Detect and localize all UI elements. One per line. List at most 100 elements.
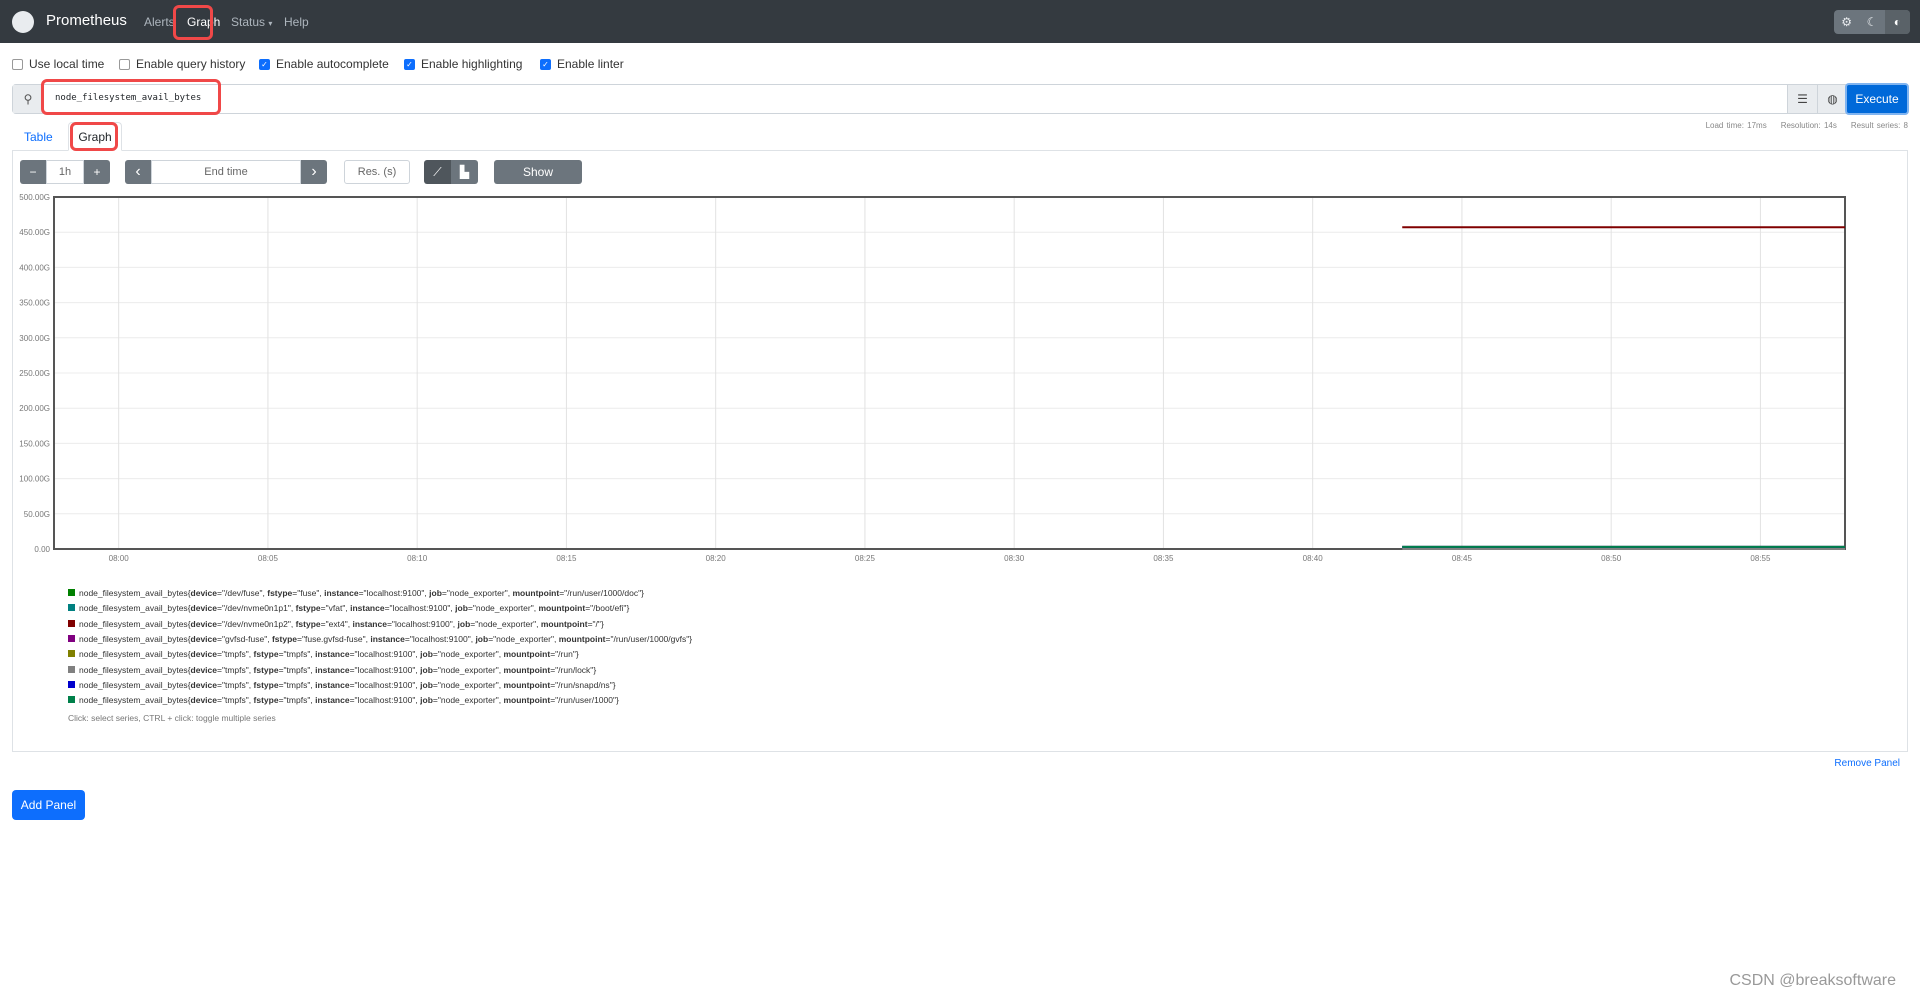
label-key: instance (315, 695, 350, 706)
enable-query-history-checkbox[interactable]: Enable query history (119, 57, 245, 71)
enable-linter-checkbox[interactable]: ✓ Enable linter (540, 57, 624, 71)
watermark: CSDN @breaksoftware (1729, 972, 1896, 989)
label-key: mountpoint (503, 695, 551, 706)
label-value: /run/user/1000/doc (567, 588, 639, 598)
label-value: node_exporter (478, 618, 534, 629)
label-key: fstype (253, 649, 279, 660)
globe-icon[interactable]: ◍ (1817, 85, 1847, 113)
nav-status[interactable]: Status ▾ (231, 15, 272, 29)
remove-panel-link[interactable]: Remove Panel (1834, 758, 1900, 769)
label-value: localhost:9100 (357, 664, 413, 675)
series-color-swatch (68, 634, 75, 642)
checkbox[interactable] (12, 58, 23, 70)
label-key: job (455, 603, 468, 614)
use-local-time-checkbox[interactable]: Use local time (12, 57, 104, 71)
option-label: Enable autocomplete (276, 57, 389, 71)
x-tick-label: 08:40 (1303, 554, 1324, 563)
legend-item[interactable]: node_filesystem_avail_bytes{device="gvfs… (68, 634, 692, 644)
series-color-swatch (68, 589, 75, 596)
option-label: Enable highlighting (421, 57, 523, 71)
label-value: node_exporter (440, 649, 496, 660)
label-key: instance (315, 664, 350, 675)
label-value: /dev/fuse (224, 588, 260, 598)
brand[interactable]: Prometheus (46, 12, 127, 29)
nav-alerts[interactable]: Alerts (144, 15, 175, 29)
label-key: job (475, 633, 489, 644)
enable-highlighting-checkbox[interactable]: ✓ Enable highlighting (404, 57, 522, 71)
graph-chart[interactable]: 0.00 50.00G 100.00G 150.00G 200.00G 250.00G 30… (0, 185, 1920, 575)
checkbox[interactable]: ✓ (404, 58, 415, 70)
series-color-swatch (68, 680, 75, 688)
resolution-input[interactable]: Res. (s) (344, 160, 410, 184)
stacked-chart-icon[interactable]: ▙ (451, 160, 478, 184)
theme-toggle: ⚙ ☾ ◐ (1834, 10, 1910, 34)
label-key: fstype (253, 679, 279, 690)
legend-item[interactable]: node_filesystem_avail_bytes{device="/dev… (68, 588, 644, 598)
label-value: / (595, 618, 598, 629)
prometheus-logo-icon[interactable] (12, 11, 34, 33)
tab-table[interactable]: Table (24, 130, 53, 144)
series-metric: node_filesystem_avail_bytes (79, 633, 188, 644)
label-key: instance (315, 649, 350, 660)
label-key: job (420, 649, 433, 660)
x-tick-label: 08:05 (258, 554, 279, 563)
x-tick-label: 08:20 (706, 554, 727, 563)
label-value: fuse (300, 588, 317, 598)
add-panel-button[interactable]: Add Panel (12, 790, 85, 820)
label-value: node_exporter (440, 664, 496, 675)
y-tick-label: 500.00G (19, 193, 50, 202)
label-key: instance (350, 603, 385, 614)
label-value: localhost:9100 (392, 603, 448, 614)
label-key: fstype (295, 603, 321, 614)
y-tick-label: 50.00G (24, 510, 50, 519)
label-key: device (190, 633, 217, 644)
label-key: fstype (271, 633, 297, 644)
legend-item[interactable]: node_filesystem_avail_bytes{device="tmpf… (68, 649, 579, 659)
label-value: tmpfs (224, 649, 246, 660)
increase-range-button[interactable]: + (84, 160, 110, 184)
contrast-icon[interactable]: ◐ (1884, 10, 1910, 34)
label-value: localhost:9100 (357, 649, 413, 660)
label-key: mountpoint (503, 679, 551, 690)
legend-item[interactable]: node_filesystem_avail_bytes{device="/dev… (68, 619, 604, 629)
x-tick-label: 08:45 (1452, 554, 1473, 563)
checkbox[interactable]: ✓ (540, 58, 551, 70)
legend-item[interactable]: node_filesystem_avail_bytes{device="tmpf… (68, 680, 616, 690)
label-key: device (190, 603, 217, 614)
series-metric: node_filesystem_avail_bytes (79, 679, 188, 690)
label-value: /run/user/1000 (558, 695, 613, 706)
gear-icon[interactable]: ⚙ (1834, 10, 1859, 34)
nav-help[interactable]: Help (284, 15, 309, 29)
y-tick-label: 450.00G (19, 228, 50, 237)
label-value: /run (558, 649, 573, 660)
previous-time-button[interactable]: ‹ (125, 160, 151, 184)
legend-item[interactable]: node_filesystem_avail_bytes{device="tmpf… (68, 665, 596, 675)
line-chart-icon[interactable]: ⟋ (424, 160, 451, 184)
y-tick-label: 100.00G (19, 475, 50, 484)
series-metric: node_filesystem_avail_bytes (79, 603, 188, 614)
caret-down-icon: ▾ (268, 19, 273, 28)
x-tick-label: 08:15 (556, 554, 577, 563)
label-value: /boot/efi (593, 603, 624, 614)
checkbox[interactable]: ✓ (259, 58, 270, 70)
decrease-range-button[interactable]: − (20, 160, 46, 184)
label-value: node_exporter (449, 588, 505, 598)
range-input[interactable]: 1h (46, 160, 84, 184)
enable-autocomplete-checkbox[interactable]: ✓ Enable autocomplete (259, 57, 389, 71)
label-key: device (190, 664, 217, 675)
show-exemplars-button[interactable]: Show Exemplars (494, 160, 582, 203)
metrics-explorer-icon[interactable]: ☰ (1787, 85, 1817, 113)
label-value: /dev/nvme0n1p2 (224, 618, 288, 629)
y-tick-label: 0.00 (34, 545, 50, 554)
legend-item[interactable]: node_filesystem_avail_bytes{device="/dev… (68, 603, 629, 613)
label-key: fstype (267, 588, 293, 598)
execute-button[interactable]: Execute (1845, 83, 1909, 115)
end-time-input[interactable]: End time (151, 160, 301, 184)
moon-icon[interactable]: ☾ (1859, 10, 1884, 34)
legend-item[interactable]: node_filesystem_avail_bytes{device="tmpf… (68, 695, 619, 705)
next-time-button[interactable]: › (301, 160, 327, 184)
label-value: node_exporter (440, 679, 496, 690)
checkbox[interactable] (119, 58, 130, 70)
label-key: instance (370, 633, 405, 644)
series-metric: node_filesystem_avail_bytes (79, 695, 188, 706)
